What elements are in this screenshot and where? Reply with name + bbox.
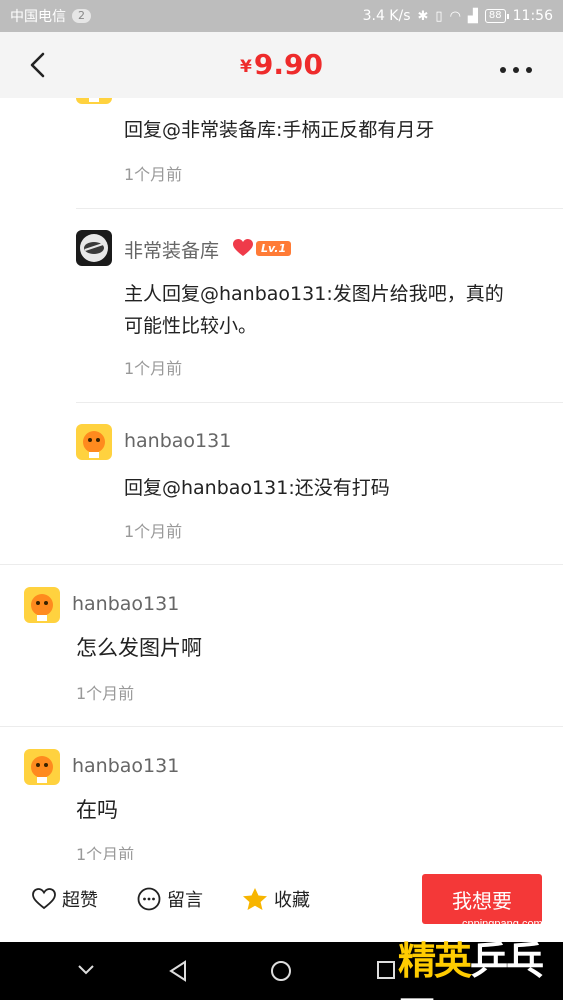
more-button[interactable] — [499, 60, 533, 73]
favorite-button[interactable]: 收藏 — [242, 886, 310, 912]
mascot-avatar-icon — [24, 587, 60, 623]
reply-text-line-1: 主人回复@hanbao131:发图片给我吧，真的 — [124, 283, 504, 305]
signal-icon: ▟ — [467, 8, 478, 24]
avatar[interactable] — [76, 98, 112, 104]
star-icon — [243, 888, 267, 910]
level-badge: Lv.1 — [256, 240, 292, 256]
vibrate-icon: ▯ — [435, 8, 443, 24]
price-value: 9.90 — [253, 48, 323, 81]
avatar[interactable] — [24, 587, 60, 623]
bluetooth-icon: ✱ — [417, 8, 429, 24]
mascot-avatar-icon — [76, 98, 112, 104]
chat-bubble-icon — [137, 887, 161, 911]
like-button[interactable]: 超赞 — [32, 886, 98, 912]
home-button[interactable] — [270, 960, 292, 986]
site-watermark: cnpingpang.com 精英乒乓网 — [396, 916, 560, 1000]
divider — [76, 402, 563, 403]
item-price: ¥9.90 — [0, 48, 563, 81]
message-label: 留言 — [167, 890, 203, 911]
system-back-button[interactable] — [167, 960, 189, 986]
carrier-label: 中国电信 — [10, 9, 66, 25]
comment-time: 1个月前 — [76, 684, 135, 703]
heart-outline-icon — [32, 888, 56, 910]
square-recents-icon — [377, 961, 395, 979]
circle-home-icon — [271, 961, 291, 981]
message-button[interactable]: 留言 — [137, 886, 203, 912]
comment-text: 怎么发图片啊 — [76, 636, 202, 660]
comment-text: 在吗 — [76, 798, 118, 822]
mascot-avatar-icon — [24, 749, 60, 785]
comment-list[interactable]: 回复@非常装备库:手柄正反都有月牙 1个月前 非常装备库 Lv.1 主人回复@h… — [0, 98, 563, 860]
reply-text-line-2: 可能性比较小。 — [124, 315, 258, 337]
network-speed: 3.4 K/s — [362, 8, 411, 24]
username[interactable]: hanbao131 — [72, 755, 179, 777]
currency-symbol: ¥ — [240, 57, 252, 77]
avatar[interactable] — [24, 749, 60, 785]
reply-text: 回复@非常装备库:手柄正反都有月牙 — [124, 119, 435, 141]
watermark-logo: 精英乒乓网 — [398, 930, 560, 1000]
favorite-label: 收藏 — [274, 890, 310, 911]
more-dots-icon — [500, 67, 532, 73]
hide-keyboard-button[interactable] — [76, 960, 96, 984]
divider — [0, 564, 563, 565]
shop-logo-avatar-icon — [76, 230, 112, 266]
sim-badge: 2 — [72, 9, 91, 23]
battery-indicator: 88 — [484, 9, 509, 23]
divider — [0, 726, 563, 727]
triangle-back-icon — [169, 960, 186, 982]
like-label: 超赞 — [62, 890, 98, 911]
chevron-down-icon — [78, 965, 94, 975]
reply-text: 回复@hanbao131:还没有打码 — [124, 477, 390, 499]
username[interactable]: 非常装备库 — [124, 236, 219, 263]
divider — [76, 208, 563, 209]
heart-icon — [233, 239, 253, 256]
mascot-avatar-icon — [76, 424, 112, 460]
user-level: Lv.1 — [233, 239, 292, 257]
reply-time: 1个月前 — [124, 522, 183, 541]
username[interactable]: hanbao131 — [72, 593, 179, 615]
clock: 11:56 — [512, 8, 553, 24]
username[interactable]: hanbao131 — [124, 430, 231, 452]
avatar[interactable] — [76, 424, 112, 460]
watermark-logo-part-1: 精英 — [398, 939, 472, 983]
avatar[interactable] — [76, 230, 112, 266]
recents-button[interactable] — [376, 960, 396, 984]
comment-time: 1个月前 — [76, 845, 135, 860]
status-bar: 中国电信 2 3.4 K/s ✱ ▯ ◠ ▟ 88 11:56 — [0, 0, 563, 32]
reply-time: 1个月前 — [124, 165, 183, 184]
reply-time: 1个月前 — [124, 359, 183, 378]
watermark-url: cnpingpang.com — [462, 918, 543, 930]
wifi-icon: ◠ — [449, 8, 461, 24]
top-nav-bar: ¥9.90 — [0, 32, 563, 98]
